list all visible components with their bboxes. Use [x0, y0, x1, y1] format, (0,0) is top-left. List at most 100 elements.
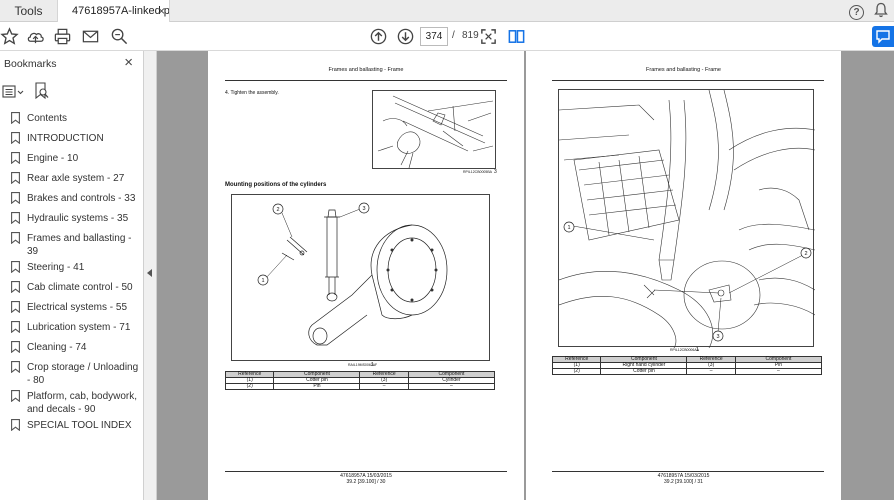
callout-1-label: 1 — [261, 278, 264, 284]
close-panel-icon[interactable]: × — [124, 54, 133, 71]
bookmarks-title: Bookmarks — [4, 58, 57, 70]
figure-code: RPIL12CB0005BA — [463, 170, 492, 174]
tab-bar: Tools 47618957A-linked p... × ? — [0, 0, 894, 22]
panel-collapse-strip[interactable] — [144, 51, 157, 500]
bookmark-label: SPECIAL TOOL INDEX — [27, 420, 132, 431]
tab-tools[interactable]: Tools — [0, 0, 57, 22]
bookmark-item[interactable]: INTRODUCTION — [0, 129, 144, 149]
figure-number: 1 — [696, 347, 699, 353]
bookmark-label: Cleaning - 74 — [27, 342, 87, 353]
two-page-view-icon[interactable] — [507, 27, 526, 46]
bookmark-item[interactable]: Contents — [0, 109, 144, 129]
pdf-page-right: Frames and ballasting - Frame 1 2 3 RPIL… — [526, 51, 841, 500]
bookmark-item[interactable]: Cleaning - 74 — [0, 338, 144, 358]
bookmark-item[interactable]: Crop storage / Unloading - 80 — [0, 358, 144, 387]
page-number-input[interactable]: 374 — [420, 27, 448, 46]
bookmark-label: Frames and ballasting - 39 — [27, 233, 132, 257]
email-icon[interactable] — [81, 27, 100, 46]
bookmark-label: Rear axle system - 27 — [27, 173, 125, 184]
page-footer-line2: 39.2 [39.100] / 31 — [664, 479, 703, 485]
tab-document-label: 47618957A-linked p... — [72, 5, 170, 17]
page-header: Frames and ballasting - Frame — [646, 67, 721, 73]
bookmark-label: Crop storage / Unloading - 80 — [27, 362, 139, 386]
bookmark-item[interactable]: SPECIAL TOOL INDEX — [0, 416, 144, 436]
bookmark-icon — [11, 361, 20, 373]
next-page-icon[interactable] — [396, 27, 415, 46]
find-bookmark-icon[interactable] — [34, 82, 50, 101]
bookmark-item[interactable]: Brakes and controls - 33 — [0, 189, 144, 209]
bookmark-label: Electrical systems - 55 — [27, 302, 128, 313]
bookmark-icon — [11, 261, 20, 273]
bookmark-icon — [11, 172, 20, 184]
fit-page-icon[interactable] — [479, 27, 498, 46]
page-footer-line2: 39.2 [39.100] / 30 — [346, 479, 386, 485]
zoom-search-icon[interactable] — [110, 27, 129, 46]
assembly-drawing-icon — [377, 95, 494, 169]
callout-2-label: 2 — [804, 251, 807, 257]
bookmark-star-icon[interactable] — [0, 27, 19, 46]
figure-right-cylinder: 1 2 3 — [558, 89, 816, 349]
help-icon[interactable]: ? — [849, 5, 864, 20]
bookmark-item[interactable]: Engine - 10 — [0, 149, 144, 169]
bookmark-item[interactable]: Hydraulic systems - 35 — [0, 209, 144, 229]
table-row: (2) Cotter pin – – — [551, 368, 823, 375]
comment-icon — [876, 30, 890, 44]
bookmark-icon — [11, 112, 20, 124]
header-rule — [552, 80, 824, 81]
print-icon[interactable] — [53, 27, 72, 46]
tab-document[interactable]: 47618957A-linked p... × — [57, 0, 170, 22]
bookmark-label: Contents — [27, 113, 68, 124]
bookmark-label: Engine - 10 — [27, 153, 79, 164]
figure-number: 3 — [494, 169, 497, 175]
bookmark-icon — [11, 390, 20, 402]
bookmark-label: Lubrication system - 71 — [27, 322, 131, 333]
table-cell: Pin — [273, 383, 361, 390]
reference-table: Reference Component Reference Component (1) R… — [551, 356, 823, 375]
bookmark-item[interactable]: Cab climate control - 50 — [0, 278, 144, 298]
header-rule — [225, 80, 507, 81]
collapse-arrow-icon[interactable] — [147, 269, 152, 277]
bookmark-label: Platform, cab, bodywork, and decals - 90 — [27, 391, 138, 415]
bookmark-item[interactable]: Platform, cab, bodywork, and decals - 90 — [0, 387, 144, 416]
bookmark-icon — [11, 232, 20, 244]
callout-1-label: 1 — [567, 225, 570, 231]
bookmark-options-icon[interactable] — [2, 84, 24, 100]
tab-close-icon[interactable]: × — [158, 0, 165, 22]
bookmark-label: Hydraulic systems - 35 — [27, 213, 129, 224]
bookmark-icon — [11, 301, 20, 313]
notification-bell-icon[interactable] — [874, 2, 888, 23]
bookmark-item[interactable]: Frames and ballasting - 39 — [0, 229, 144, 258]
callout-2-label: 2 — [276, 207, 279, 213]
bookmark-item[interactable]: Steering - 41 — [0, 258, 144, 278]
bookmark-icon — [11, 281, 20, 293]
right-cylinder-drawing-icon: 1 2 3 — [558, 89, 816, 349]
bookmark-item[interactable]: Lubrication system - 71 — [0, 318, 144, 338]
table-cell: (2) — [224, 383, 275, 390]
figure-number: 1 — [371, 362, 374, 368]
bookmark-icon — [11, 212, 20, 224]
page-header: Frames and ballasting - Frame — [328, 67, 404, 73]
figure-cylinder-mounting: 2 3 1 — [231, 194, 490, 361]
callout-3-label: 3 — [362, 206, 365, 212]
comment-tool-button[interactable] — [872, 26, 894, 47]
table-cell: Cotter pin — [600, 368, 688, 375]
previous-page-icon[interactable] — [369, 27, 388, 46]
bookmark-label: Steering - 41 — [27, 262, 85, 273]
bookmark-icon — [11, 341, 20, 353]
bookmark-item[interactable]: Electrical systems - 55 — [0, 298, 144, 318]
total-pages: 819 — [462, 30, 479, 41]
pdf-page-left: Frames and ballasting - Frame 4. Tighten… — [208, 51, 524, 500]
bookmark-icon — [11, 321, 20, 333]
bookmark-item[interactable]: Rear axle system - 27 — [0, 169, 144, 189]
bookmark-label: INTRODUCTION — [27, 133, 104, 144]
bookmark-label: Cab climate control - 50 — [27, 282, 133, 293]
bookmark-icon — [11, 419, 20, 431]
bookmark-icon — [11, 192, 20, 204]
upload-cloud-icon[interactable] — [26, 27, 45, 46]
table-row: (2) Pin – – — [224, 383, 496, 390]
table-cell: – — [686, 368, 736, 375]
figure-tighten-assembly — [372, 90, 496, 169]
toolbar: 374 / 819 — [0, 22, 894, 51]
bookmarks-panel: Bookmarks × Contents INTRODUCTION Engine -… — [0, 51, 144, 500]
page-separator: / — [452, 30, 455, 41]
